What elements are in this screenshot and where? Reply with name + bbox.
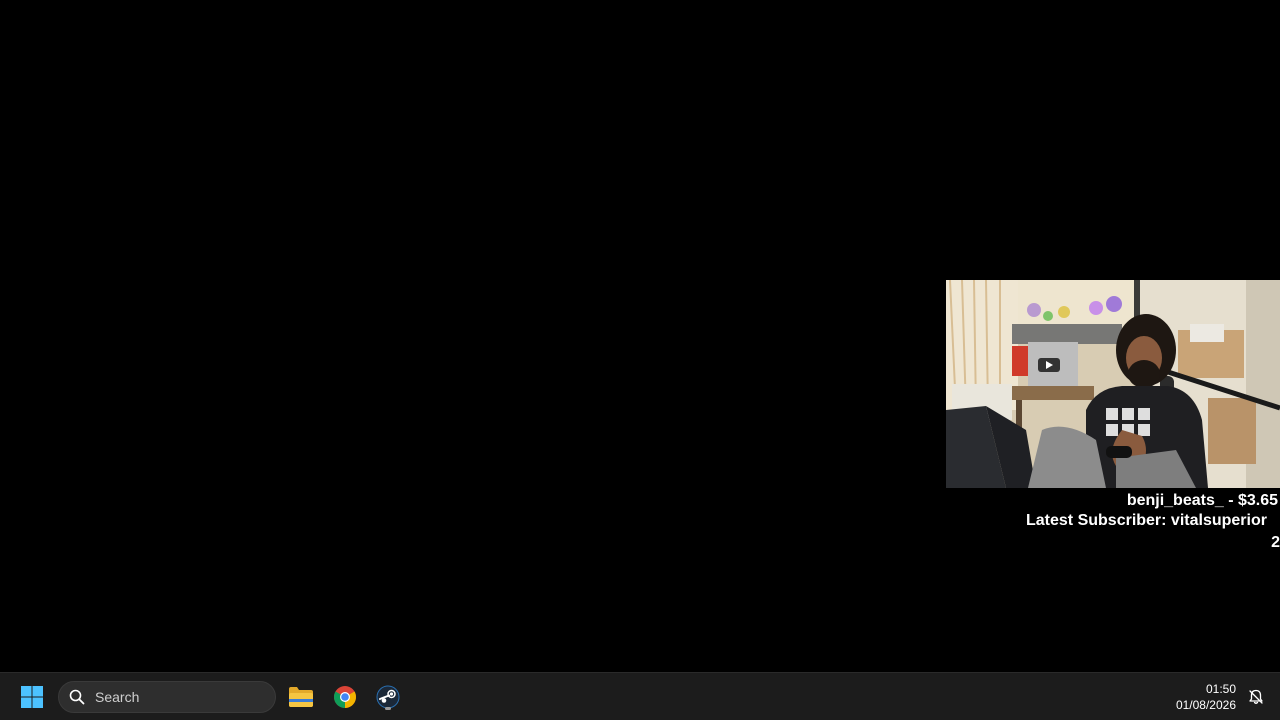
clock-date: 01/08/2026 (1175, 698, 1236, 712)
webcam-scene (946, 280, 1280, 488)
system-clock[interactable]: 01:50 01/08/2026 (1176, 681, 1236, 713)
steam-icon (376, 685, 400, 709)
taskbar-search[interactable] (58, 681, 276, 713)
latest-subscriber-text: Latest Subscriber: vitalsuperior (1026, 512, 1267, 529)
folder-icon (289, 687, 313, 707)
chrome-icon (334, 686, 356, 708)
notification-button[interactable] (1246, 687, 1266, 707)
running-indicator (385, 707, 391, 710)
start-button[interactable] (16, 681, 48, 713)
search-icon (69, 689, 85, 705)
windows-logo-icon (21, 686, 43, 708)
taskbar: 01:50 01/08/2026 (0, 672, 1280, 720)
subscriber-count-text: 2 (1271, 534, 1280, 551)
clock-time: 01:50 (1205, 682, 1236, 696)
steam-button[interactable] (370, 681, 406, 713)
notification-bell-icon (1249, 689, 1263, 704)
webcam-feed (946, 280, 1280, 488)
file-explorer-button[interactable] (283, 681, 319, 713)
search-input[interactable] (93, 688, 257, 706)
latest-donation-text: benji_beats_ - $3.65 (1126, 492, 1278, 509)
chrome-button[interactable] (327, 681, 363, 713)
desktop-background: benji_beats_ - $3.65 Latest Subscriber: … (0, 0, 1280, 672)
